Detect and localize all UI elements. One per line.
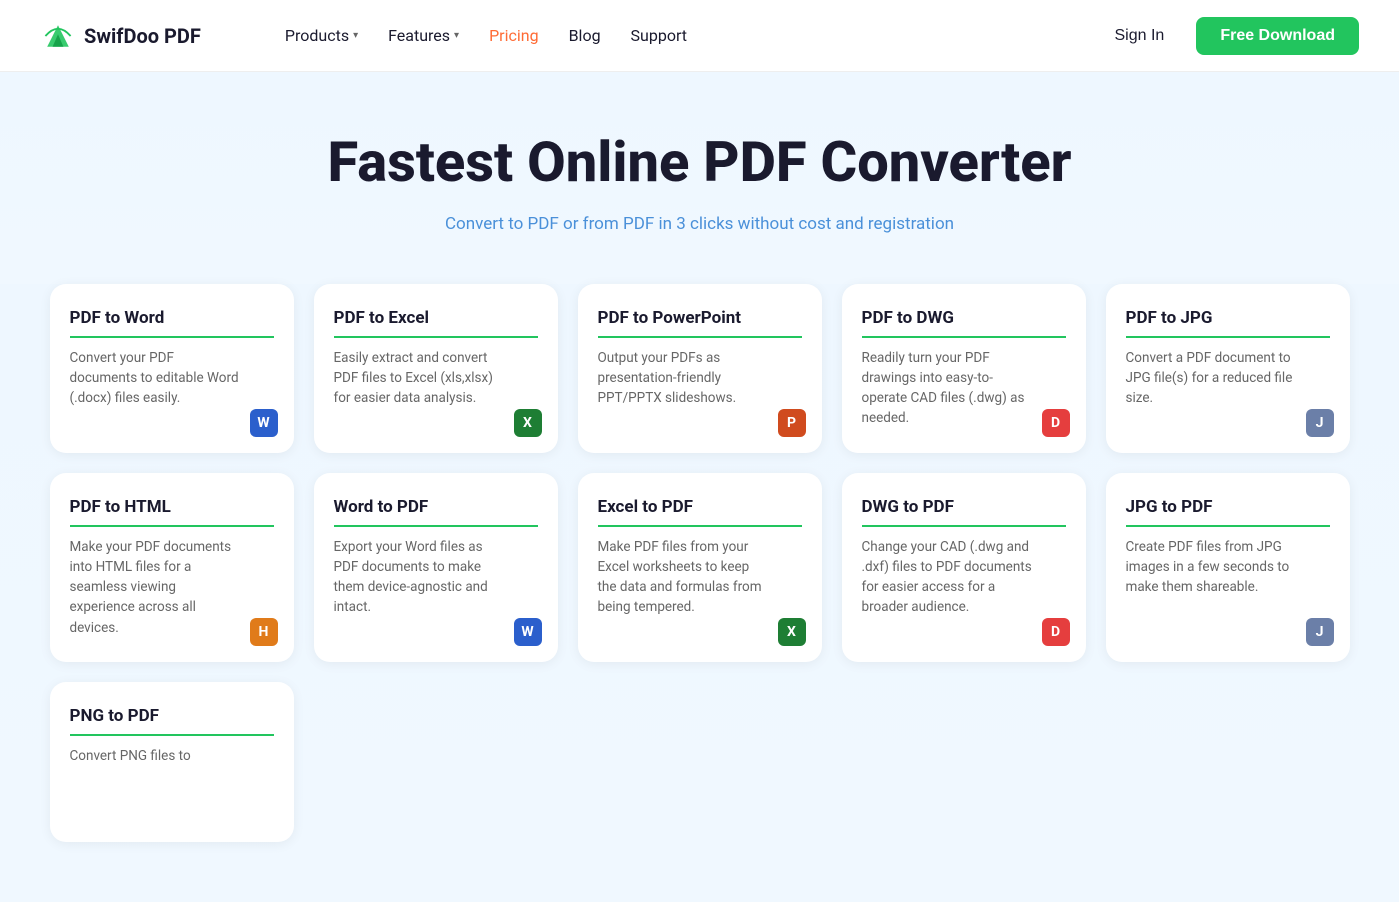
card-title: PDF to JPG	[1126, 308, 1330, 338]
card-format-icon: H	[250, 618, 278, 646]
converter-card[interactable]: PDF to JPG Convert a PDF document to JPG…	[1106, 284, 1350, 453]
card-format-icon: P	[778, 409, 806, 437]
free-download-button[interactable]: Free Download	[1196, 17, 1359, 55]
card-format-icon: W	[250, 409, 278, 437]
logo-icon	[40, 18, 76, 54]
card-desc: Convert your PDF documents to editable W…	[70, 348, 274, 409]
card-desc: Change your CAD (.dwg and .dxf) files to…	[862, 537, 1066, 618]
card-title: PDF to HTML	[70, 497, 274, 527]
cards-grid-row3: PNG to PDF Convert PNG files to	[50, 682, 1350, 842]
converter-card[interactable]: Excel to PDF Make PDF files from your Ex…	[578, 473, 822, 662]
converter-card[interactable]: PDF to DWG Readily turn your PDF drawing…	[842, 284, 1086, 453]
card-format-icon: D	[1042, 409, 1070, 437]
card-title: PDF to Excel	[334, 308, 538, 338]
card-desc: Convert a PDF document to JPG file(s) fo…	[1126, 348, 1330, 409]
products-chevron-icon: ▾	[353, 30, 358, 41]
card-desc: Make PDF files from your Excel worksheet…	[598, 537, 802, 618]
converter-card[interactable]: PDF to Word Convert your PDF documents t…	[50, 284, 294, 453]
card-format-icon: X	[514, 409, 542, 437]
card-format-icon: D	[1042, 618, 1070, 646]
card-format-icon: J	[1306, 409, 1334, 437]
card-desc: Export your Word files as PDF documents …	[334, 537, 538, 618]
card-title: JPG to PDF	[1126, 497, 1330, 527]
card-title: PDF to PowerPoint	[598, 308, 802, 338]
hero-title: Fastest Online PDF Converter	[40, 132, 1359, 194]
brand-name: SwifDoo PDF	[84, 24, 201, 48]
nav-products[interactable]: Products ▾	[273, 20, 370, 51]
card-title: PDF to DWG	[862, 308, 1066, 338]
converter-card[interactable]: PDF to Excel Easily extract and convert …	[314, 284, 558, 453]
converter-card[interactable]: PDF to PowerPoint Output your PDFs as pr…	[578, 284, 822, 453]
card-title: PDF to Word	[70, 308, 274, 338]
converter-card[interactable]: DWG to PDF Change your CAD (.dwg and .dx…	[842, 473, 1086, 662]
cards-section: PDF to Word Convert your PDF documents t…	[0, 284, 1399, 902]
nav-links: Products ▾ Features ▾ Pricing Blog Suppo…	[233, 0, 739, 72]
card-title: Word to PDF	[334, 497, 538, 527]
card-desc: Convert PNG files to	[70, 746, 274, 766]
converter-card[interactable]: PDF to HTML Make your PDF documents into…	[50, 473, 294, 662]
nav-support[interactable]: Support	[619, 20, 699, 51]
card-desc: Create PDF files from JPG images in a fe…	[1126, 537, 1330, 598]
card-desc: Easily extract and convert PDF files to …	[334, 348, 538, 409]
nav-right: Sign In Free Download	[1099, 17, 1360, 55]
converter-card[interactable]: JPG to PDF Create PDF files from JPG ima…	[1106, 473, 1350, 662]
card-format-icon: X	[778, 618, 806, 646]
cards-grid-row1: PDF to Word Convert your PDF documents t…	[50, 284, 1350, 453]
card-desc: Output your PDFs as presentation-friendl…	[598, 348, 802, 409]
nav-blog[interactable]: Blog	[557, 20, 613, 51]
card-desc: Make your PDF documents into HTML files …	[70, 537, 274, 638]
logo[interactable]: SwifDoo PDF	[40, 18, 201, 54]
features-chevron-icon: ▾	[454, 30, 459, 41]
nav-features[interactable]: Features ▾	[376, 20, 471, 51]
card-title: PNG to PDF	[70, 706, 274, 736]
card-format-icon: W	[514, 618, 542, 646]
nav-left: SwifDoo PDF Products ▾ Features ▾ Pricin…	[40, 0, 739, 72]
hero-subtitle: Convert to PDF or from PDF in 3 clicks w…	[40, 214, 1359, 234]
card-title: DWG to PDF	[862, 497, 1066, 527]
card-title: Excel to PDF	[598, 497, 802, 527]
sign-in-button[interactable]: Sign In	[1099, 19, 1181, 53]
card-desc: Readily turn your PDF drawings into easy…	[862, 348, 1066, 429]
nav-pricing[interactable]: Pricing	[477, 20, 551, 51]
card-format-icon: J	[1306, 618, 1334, 646]
navbar: SwifDoo PDF Products ▾ Features ▾ Pricin…	[0, 0, 1399, 72]
converter-card[interactable]: PNG to PDF Convert PNG files to	[50, 682, 294, 842]
hero-section: Fastest Online PDF Converter Convert to …	[0, 72, 1399, 284]
cards-grid-row2: PDF to HTML Make your PDF documents into…	[50, 473, 1350, 662]
converter-card[interactable]: Word to PDF Export your Word files as PD…	[314, 473, 558, 662]
